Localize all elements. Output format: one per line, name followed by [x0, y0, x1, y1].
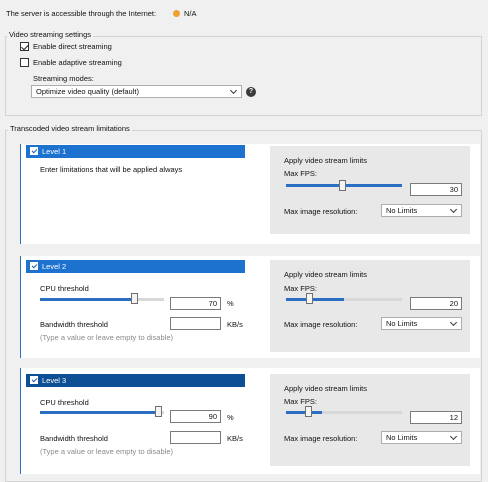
level-2-bw-hint: (Type a value or leave empty to disable): [40, 333, 173, 342]
level-2-fps-slider[interactable]: [286, 298, 402, 301]
chevron-down-icon: [449, 432, 458, 441]
level-1-checkbox[interactable]: [30, 147, 38, 155]
level-3-header[interactable]: Level 3: [26, 374, 245, 387]
level-1-apply-label: Apply video stream limits: [284, 156, 367, 165]
level-3-bw-hint: (Type a value or leave empty to disable): [40, 447, 173, 456]
chevron-down-icon: [229, 86, 238, 95]
level-3-apply-label: Apply video stream limits: [284, 384, 367, 393]
level-2-header[interactable]: Level 2: [26, 260, 245, 273]
level-2-fps-thumb[interactable]: [306, 293, 313, 304]
level-3-bw-label: Bandwidth threshold: [40, 434, 108, 443]
status-dot-icon: [173, 10, 180, 17]
transcoded-title: Transcoded video stream limitations: [8, 124, 132, 134]
help-icon[interactable]: ?: [246, 87, 256, 97]
level-3-cpu-input[interactable]: 90: [170, 410, 221, 423]
level-1-description: Enter limitations that will be applied a…: [40, 165, 183, 174]
level-3-cpu-unit: %: [227, 413, 234, 422]
level-1-fps-thumb[interactable]: [339, 180, 346, 191]
server-status-label: The server is accessible through the Int…: [6, 9, 157, 18]
streaming-modes-value: Optimize video quality (default): [36, 87, 139, 96]
level-2-checkbox[interactable]: [30, 262, 38, 270]
adaptive-streaming-label[interactable]: Enable adaptive streaming: [33, 58, 122, 68]
chevron-down-icon: [449, 318, 458, 327]
level-3-res-label: Max image resolution:: [284, 434, 358, 443]
level-2-res-select[interactable]: No Limits: [381, 317, 462, 330]
level-1-res-label: Max image resolution:: [284, 207, 358, 216]
level-2-apply-label: Apply video stream limits: [284, 270, 367, 279]
chevron-down-icon: [449, 205, 458, 214]
level-3-cpu-slider[interactable]: [40, 411, 164, 414]
level-3-checkbox[interactable]: [30, 376, 38, 384]
level-1-title: Level 1: [42, 147, 67, 156]
server-status-value: N/A: [184, 9, 197, 18]
level-2-bw-label: Bandwidth threshold: [40, 320, 108, 329]
level-2-cpu-unit: %: [227, 299, 234, 308]
level-2-cpu-input[interactable]: 70: [170, 297, 221, 310]
level-1-fps-label: Max FPS:: [284, 169, 317, 178]
level-3-bw-unit: KB/s: [227, 434, 243, 443]
level-2-bw-unit: KB/s: [227, 320, 243, 329]
adaptive-streaming-checkbox[interactable]: [20, 58, 29, 67]
level-3-fps-slider[interactable]: [286, 411, 402, 414]
level-3-res-value: No Limits: [386, 433, 418, 442]
level-3-cpu-label: CPU threshold: [40, 398, 89, 407]
level-2-bw-input[interactable]: [170, 317, 221, 330]
direct-streaming-checkbox[interactable]: [20, 42, 29, 51]
streaming-modes-label: Streaming modes:: [33, 74, 94, 83]
level-2-fps-input[interactable]: 20: [410, 297, 462, 310]
level-3-res-select[interactable]: No Limits: [381, 431, 462, 444]
level-2-cpu-slider[interactable]: [40, 298, 164, 301]
streaming-modes-select[interactable]: Optimize video quality (default): [31, 85, 242, 98]
level-2-res-value: No Limits: [386, 319, 418, 328]
direct-streaming-label[interactable]: Enable direct streaming: [33, 42, 112, 52]
level-2-cpu-label: CPU threshold: [40, 284, 89, 293]
video-streaming-title: Video streaming settings: [7, 30, 93, 40]
level-3-fps-input[interactable]: 12: [410, 411, 462, 424]
level-3-bw-input[interactable]: [170, 431, 221, 444]
level-1-header[interactable]: Level 1: [26, 145, 245, 158]
level-2-title: Level 2: [42, 262, 67, 271]
level-3-cpu-thumb[interactable]: [155, 406, 162, 417]
level-1-fps-input[interactable]: 30: [410, 183, 462, 196]
level-3-title: Level 3: [42, 376, 67, 385]
level-1-res-value: No Limits: [386, 206, 418, 215]
level-2-res-label: Max image resolution:: [284, 320, 358, 329]
level-3-fps-thumb[interactable]: [305, 406, 312, 417]
level-1-res-select[interactable]: No Limits: [381, 204, 462, 217]
level-2-cpu-thumb[interactable]: [131, 293, 138, 304]
